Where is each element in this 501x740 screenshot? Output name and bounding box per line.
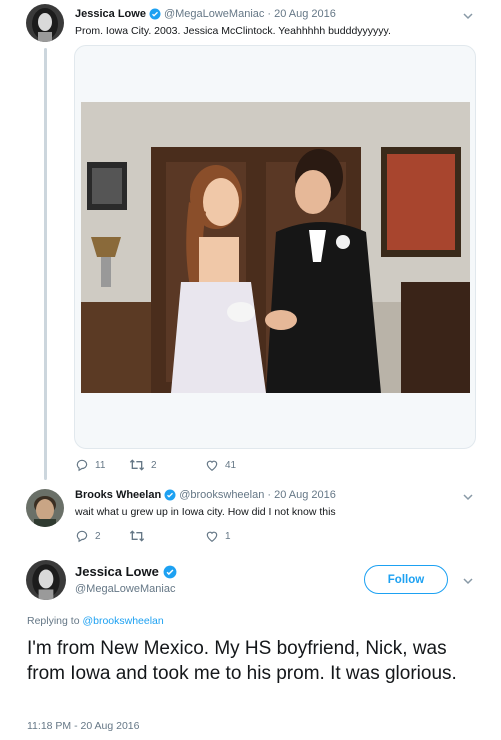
- tweet-actions: 2 1: [75, 529, 231, 543]
- follow-button[interactable]: Follow: [364, 565, 448, 594]
- retweet-icon: [129, 459, 145, 471]
- avatar-brooks-image: [26, 489, 64, 527]
- reply-count: 11: [95, 459, 106, 471]
- verified-badge-icon: [149, 8, 161, 20]
- main-tweet-text: I'm from New Mexico. My HS boyfriend, Ni…: [27, 638, 457, 684]
- like-button[interactable]: 41: [205, 458, 236, 472]
- prom-photo[interactable]: [81, 102, 470, 393]
- reply-icon: [76, 459, 88, 472]
- like-count: 1: [225, 530, 231, 542]
- tweet-text: wait what u grew up in Iowa city. How di…: [75, 506, 336, 518]
- author-name[interactable]: Jessica Lowe: [75, 8, 146, 20]
- avatar[interactable]: [26, 4, 64, 42]
- retweet-button[interactable]: [129, 529, 205, 543]
- author-handle[interactable]: @MegaLoweManiac: [75, 583, 175, 595]
- tweet-actions: 11 2 41: [75, 458, 236, 472]
- tweet-header: Jessica Lowe @MegaLoweManiac · 20 Aug 20…: [75, 8, 336, 20]
- thread-connector: [44, 48, 47, 480]
- reply-button[interactable]: 2: [75, 529, 129, 543]
- chevron-down-icon[interactable]: [462, 491, 474, 503]
- main-author-name-row: Jessica Lowe: [75, 564, 177, 579]
- replying-to-line: Replying to @brookswheelan: [27, 615, 164, 627]
- retweet-icon: [129, 530, 145, 542]
- replying-prefix: Replying to: [27, 615, 80, 627]
- author-handle[interactable]: @brookswheelan: [179, 489, 264, 501]
- heart-icon: [206, 460, 218, 471]
- chevron-down-icon[interactable]: [462, 575, 474, 587]
- reply-button[interactable]: 11: [75, 458, 129, 472]
- avatar-jessica-image: [26, 560, 66, 600]
- verified-badge-icon: [163, 565, 177, 578]
- author-name[interactable]: Brooks Wheelan: [75, 489, 161, 501]
- tweet-text: Prom. Iowa City. 2003. Jessica McClintoc…: [75, 25, 391, 37]
- retweet-button[interactable]: 2: [129, 458, 205, 472]
- tweet-date[interactable]: · 20 Aug 2016: [267, 489, 336, 501]
- like-button[interactable]: 1: [205, 529, 231, 543]
- media-card[interactable]: [74, 45, 476, 449]
- reply-count: 2: [95, 530, 101, 542]
- reply-icon: [76, 530, 88, 543]
- avatar[interactable]: [26, 560, 66, 600]
- author-handle[interactable]: @MegaLoweManiac: [164, 8, 264, 20]
- tweet-date[interactable]: · 20 Aug 2016: [267, 8, 336, 20]
- replying-to-link[interactable]: @brookswheelan: [82, 615, 163, 627]
- heart-icon: [206, 531, 218, 542]
- author-name[interactable]: Jessica Lowe: [75, 564, 159, 579]
- tweet-header: Brooks Wheelan @brookswheelan · 20 Aug 2…: [75, 489, 336, 501]
- retweet-count: 2: [151, 459, 157, 471]
- chevron-down-icon[interactable]: [462, 10, 474, 22]
- avatar[interactable]: [26, 489, 64, 527]
- verified-badge-icon: [164, 489, 176, 501]
- like-count: 41: [225, 459, 237, 471]
- tweet-timestamp[interactable]: 11:18 PM - 20 Aug 2016: [27, 720, 139, 732]
- avatar-jessica-image: [26, 4, 64, 42]
